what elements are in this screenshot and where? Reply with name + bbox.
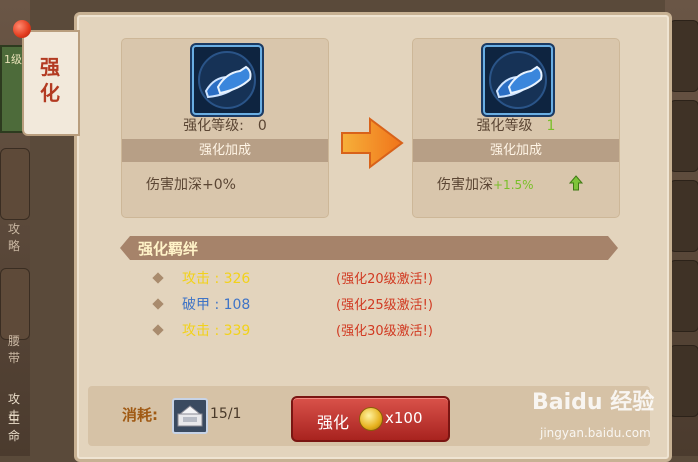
enhance-bonus-band: 强化加成 [413, 139, 619, 162]
damage-bonus-label: 伤害加深 [437, 177, 493, 193]
left-slot-label: 腰带 [8, 334, 21, 365]
section-title: 强化羁绊 [138, 240, 199, 258]
level-badge: 1级 [4, 53, 22, 66]
left-slot-label: 攻略 [8, 222, 21, 253]
bond-stat: 攻击 : 326 [182, 271, 251, 287]
right-slot[interactable] [669, 20, 698, 92]
enhance-stone-icon[interactable] [172, 398, 208, 434]
enhance-cost-amount: x100 [385, 409, 423, 427]
damage-bonus-value: +1.5% [493, 178, 534, 192]
bond-stat: 攻击 : 339 [182, 323, 251, 339]
tab-enhance-label: 强化 [40, 55, 60, 105]
right-slot[interactable] [669, 345, 698, 417]
bond-condition: (强化25级激活!) [336, 298, 433, 313]
left-bottom-text: 生命 [8, 412, 21, 443]
arrow-right-icon [341, 117, 404, 169]
right-slot[interactable] [669, 180, 698, 252]
boots-item-icon[interactable] [483, 45, 553, 115]
enhance-level-value: 0 [257, 118, 267, 134]
watermark-brand: Baidu 经验 [532, 390, 655, 415]
boots-item-icon[interactable] [192, 45, 262, 115]
enhance-button-label: 强化 [317, 413, 350, 432]
tab-enhance[interactable]: 强化 [22, 30, 80, 136]
right-slot[interactable] [669, 100, 698, 172]
next-enhance-card: 强化等级 1 强化加成 伤害加深+1.5% [412, 38, 620, 218]
bond-condition: (强化20级激活!) [336, 272, 433, 287]
gold-coin-icon [359, 407, 383, 431]
right-slot[interactable] [669, 260, 698, 332]
enhance-bonus-band: 强化加成 [122, 139, 328, 162]
section-header: 强化羁绊 [120, 236, 618, 260]
cost-label: 消耗: [122, 406, 158, 424]
left-slot[interactable] [0, 148, 30, 220]
enhance-level-label: 强化等级: [183, 118, 244, 134]
bond-stat: 破甲 : 108 [182, 297, 251, 313]
enhance-button[interactable]: 强化 x100 [291, 396, 450, 442]
cost-count: 15/1 [210, 406, 242, 422]
damage-bonus-text: 伤害加深+0% [146, 177, 236, 193]
up-arrow-icon [569, 175, 583, 191]
bond-condition: (强化30级激活!) [336, 324, 433, 339]
enhance-level-label: 强化等级 [476, 118, 533, 134]
left-slot[interactable] [0, 268, 30, 340]
notification-dot-icon [13, 20, 31, 38]
watermark-url: jingyan.baidu.com [540, 426, 651, 440]
current-enhance-card: 强化等级: 0 强化加成 伤害加深+0% [121, 38, 329, 218]
enhance-level-value: 1 [546, 118, 556, 134]
